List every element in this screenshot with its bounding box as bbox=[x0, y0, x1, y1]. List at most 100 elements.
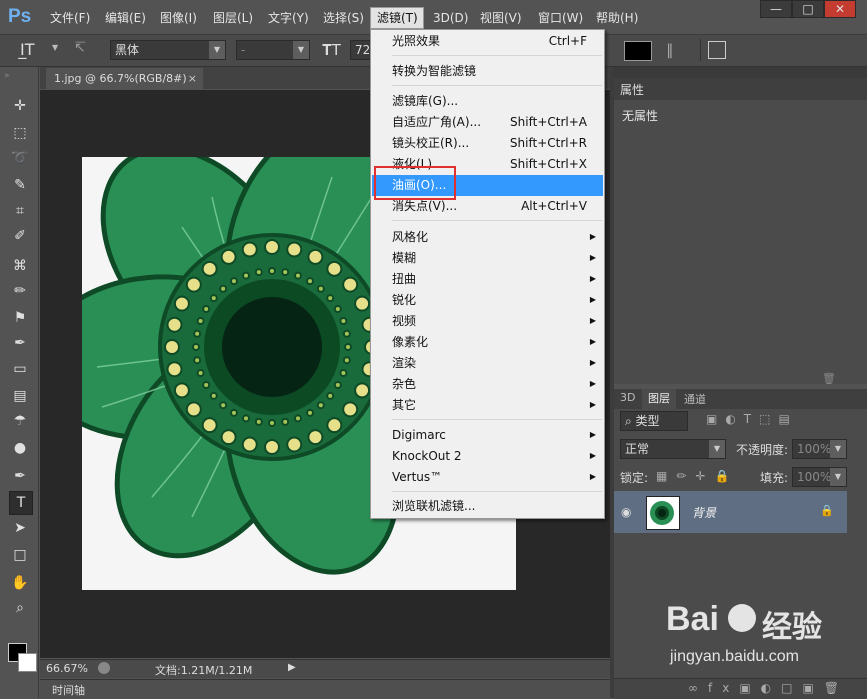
menu-item-filter-gallery[interactable]: 滤镜库(G)... bbox=[371, 91, 604, 111]
warp-text-icon[interactable]: ∥ bbox=[666, 41, 674, 59]
submenu-arrow-icon: ▶ bbox=[589, 472, 596, 481]
menu-layer[interactable]: 图层(L) bbox=[213, 9, 253, 27]
opacity-input[interactable]: 100% ▼ bbox=[792, 439, 847, 459]
seed-dot bbox=[268, 419, 276, 427]
eyedropper-tool-icon[interactable]: ✐ bbox=[9, 225, 31, 247]
menu-item-convert-smart-filters[interactable]: 转换为智能滤镜 bbox=[371, 61, 604, 81]
menu-item-blur[interactable]: 模糊 ▶ bbox=[371, 248, 604, 268]
layer-name[interactable]: 背景 bbox=[692, 504, 716, 521]
properties-tab[interactable]: 属性 bbox=[620, 81, 644, 98]
zoom-tool-icon[interactable]: ⌕ bbox=[9, 597, 31, 619]
menu-item-adaptive-wide-angle[interactable]: 自适应广角(A)... Shift+Ctrl+A bbox=[371, 112, 604, 132]
eraser-tool-icon[interactable]: ▭ bbox=[9, 358, 31, 380]
hand-tool-icon[interactable]: ✋ bbox=[9, 572, 31, 594]
tab-channels[interactable]: 通道 bbox=[684, 391, 706, 407]
minimize-button[interactable]: — bbox=[760, 0, 792, 18]
history-brush-tool-icon[interactable]: ✒ bbox=[9, 332, 31, 354]
panel-collapse-icon[interactable]: » bbox=[4, 71, 10, 81]
layer-filter-kind-select[interactable]: ⌕ 类型 bbox=[620, 411, 688, 431]
menu-item-last-filter[interactable]: 光照效果 Ctrl+F bbox=[371, 31, 604, 51]
menu-window[interactable]: 窗口(W) bbox=[538, 9, 583, 27]
menu-item-pixelate[interactable]: 像素化 ▶ bbox=[371, 332, 604, 352]
text-color-swatch[interactable] bbox=[624, 41, 652, 61]
menu-item-render[interactable]: 渲染 ▶ bbox=[371, 353, 604, 373]
document-tab[interactable]: 1.jpg @ 66.7%(RGB/8#) × bbox=[46, 68, 203, 89]
menu-item-stylize[interactable]: 风格化 ▶ bbox=[371, 227, 604, 247]
font-size-input[interactable]: 72 bbox=[350, 40, 372, 60]
close-button[interactable]: ✕ bbox=[824, 0, 856, 18]
font-family-value: 黑体 bbox=[115, 43, 140, 57]
menu-item-digimarc[interactable]: Digimarc ▶ bbox=[371, 425, 604, 445]
close-icon[interactable]: × bbox=[188, 68, 197, 89]
menu-item-noise[interactable]: 杂色 ▶ bbox=[371, 374, 604, 394]
status-menu-arrow-icon[interactable]: ▶ bbox=[288, 662, 296, 673]
menu-item-vertus[interactable]: Vertus™ ▶ bbox=[371, 467, 604, 487]
move-tool-icon[interactable]: ✛ bbox=[9, 95, 31, 117]
zoom-level[interactable]: 66.67% bbox=[46, 662, 88, 675]
menu-help[interactable]: 帮助(H) bbox=[596, 9, 638, 27]
layer-filter-icons[interactable]: ▣◐T⬚▤ bbox=[706, 412, 798, 426]
seed-dot bbox=[326, 294, 335, 303]
seed-dot bbox=[316, 284, 325, 293]
menu-view[interactable]: 视图(V) bbox=[480, 9, 522, 27]
brush-tool-icon[interactable]: ✏ bbox=[9, 280, 31, 302]
menu-item-sharpen[interactable]: 锐化 ▶ bbox=[371, 290, 604, 310]
menu-separator bbox=[392, 491, 602, 492]
fill-input[interactable]: 100% ▼ bbox=[792, 467, 847, 487]
text-orientation-icon[interactable]: ↸ bbox=[74, 40, 96, 60]
opacity-label: 不透明度: bbox=[736, 443, 789, 457]
menu-item-other[interactable]: 其它 ▶ bbox=[371, 395, 604, 415]
menu-type[interactable]: 文字(Y) bbox=[268, 9, 309, 27]
timeline-tab[interactable]: 时间轴 bbox=[52, 682, 85, 698]
trash-icon[interactable]: 🗑 bbox=[822, 372, 836, 385]
dodge-tool-icon[interactable]: ● bbox=[9, 437, 31, 459]
crop-tool-icon[interactable]: ⌗ bbox=[9, 200, 31, 222]
menu-3d[interactable]: 3D(D) bbox=[433, 9, 468, 27]
shape-tool-icon[interactable]: □ bbox=[9, 544, 31, 566]
seed-dot bbox=[264, 439, 280, 455]
menu-file[interactable]: 文件(F) bbox=[50, 9, 90, 27]
font-style-select[interactable]: - ▼ bbox=[236, 40, 310, 60]
status-info-icon[interactable] bbox=[98, 662, 110, 674]
gradient-tool-icon[interactable]: ▤ bbox=[9, 385, 31, 407]
menu-item-lens-correction[interactable]: 镜头校正(R)... Shift+Ctrl+R bbox=[371, 133, 604, 153]
menu-edit[interactable]: 编辑(E) bbox=[105, 9, 146, 27]
seed-dot bbox=[281, 268, 290, 277]
tab-3d[interactable]: 3D bbox=[620, 391, 635, 404]
lock-icons[interactable]: ▦✏✛🔒 bbox=[656, 469, 738, 483]
layer-row-background[interactable]: ◉ 背景 🔒 bbox=[614, 491, 847, 533]
font-family-select[interactable]: 黑体 ▼ bbox=[110, 40, 226, 60]
menu-item-knockout[interactable]: KnockOut 2 ▶ bbox=[371, 446, 604, 466]
tools-panel: » ✛ ⬚ ➰ ✎ ⌗ ✐ ⌘ ✏ ⚑ ✒ ▭ ▤ ☂ ● ✒ T ➤ □ ✋ … bbox=[0, 67, 39, 698]
quick-select-tool-icon[interactable]: ✎ bbox=[9, 174, 31, 196]
layers-footer-icons[interactable]: ∞fx▣◐□▣🗑 bbox=[688, 681, 849, 695]
visibility-eye-icon[interactable]: ◉ bbox=[621, 505, 631, 519]
path-select-tool-icon[interactable]: ➤ bbox=[9, 517, 31, 539]
seed-dot bbox=[307, 248, 324, 265]
lasso-tool-icon[interactable]: ➰ bbox=[9, 147, 31, 169]
stamp-tool-icon[interactable]: ⚑ bbox=[9, 307, 31, 329]
submenu-arrow-icon: ▶ bbox=[589, 379, 596, 388]
maximize-button[interactable]: □ bbox=[792, 0, 824, 18]
type-tool-icon[interactable]: T bbox=[9, 491, 33, 515]
blend-mode-select[interactable]: 正常 ▼ bbox=[620, 439, 726, 459]
menu-item-browse-online-filters[interactable]: 浏览联机滤镜... bbox=[371, 496, 604, 516]
type-tool-icon[interactable]: I̲T bbox=[20, 40, 52, 60]
marquee-tool-icon[interactable]: ⬚ bbox=[9, 122, 31, 144]
menu-filter[interactable]: 滤镜(T) bbox=[377, 9, 418, 27]
menu-item-distort[interactable]: 扭曲 ▶ bbox=[371, 269, 604, 289]
chevron-down-icon[interactable]: ▼ bbox=[52, 43, 58, 52]
blur-tool-icon[interactable]: ☂ bbox=[9, 410, 31, 432]
panels-toggle-icon[interactable] bbox=[708, 41, 726, 59]
menu-select[interactable]: 选择(S) bbox=[323, 9, 364, 27]
menu-item-video[interactable]: 视频 ▶ bbox=[371, 311, 604, 331]
healing-brush-tool-icon[interactable]: ⌘ bbox=[9, 255, 31, 277]
watermark-brand: Bai bbox=[666, 600, 719, 638]
tab-layers[interactable]: 图层 bbox=[642, 389, 676, 409]
menu-image[interactable]: 图像(I) bbox=[160, 9, 197, 27]
background-color-swatch[interactable] bbox=[18, 653, 37, 672]
pen-tool-icon[interactable]: ✒ bbox=[9, 465, 31, 487]
seed-dot bbox=[193, 329, 202, 338]
flower-core bbox=[222, 297, 322, 397]
seed-dot bbox=[286, 436, 303, 453]
